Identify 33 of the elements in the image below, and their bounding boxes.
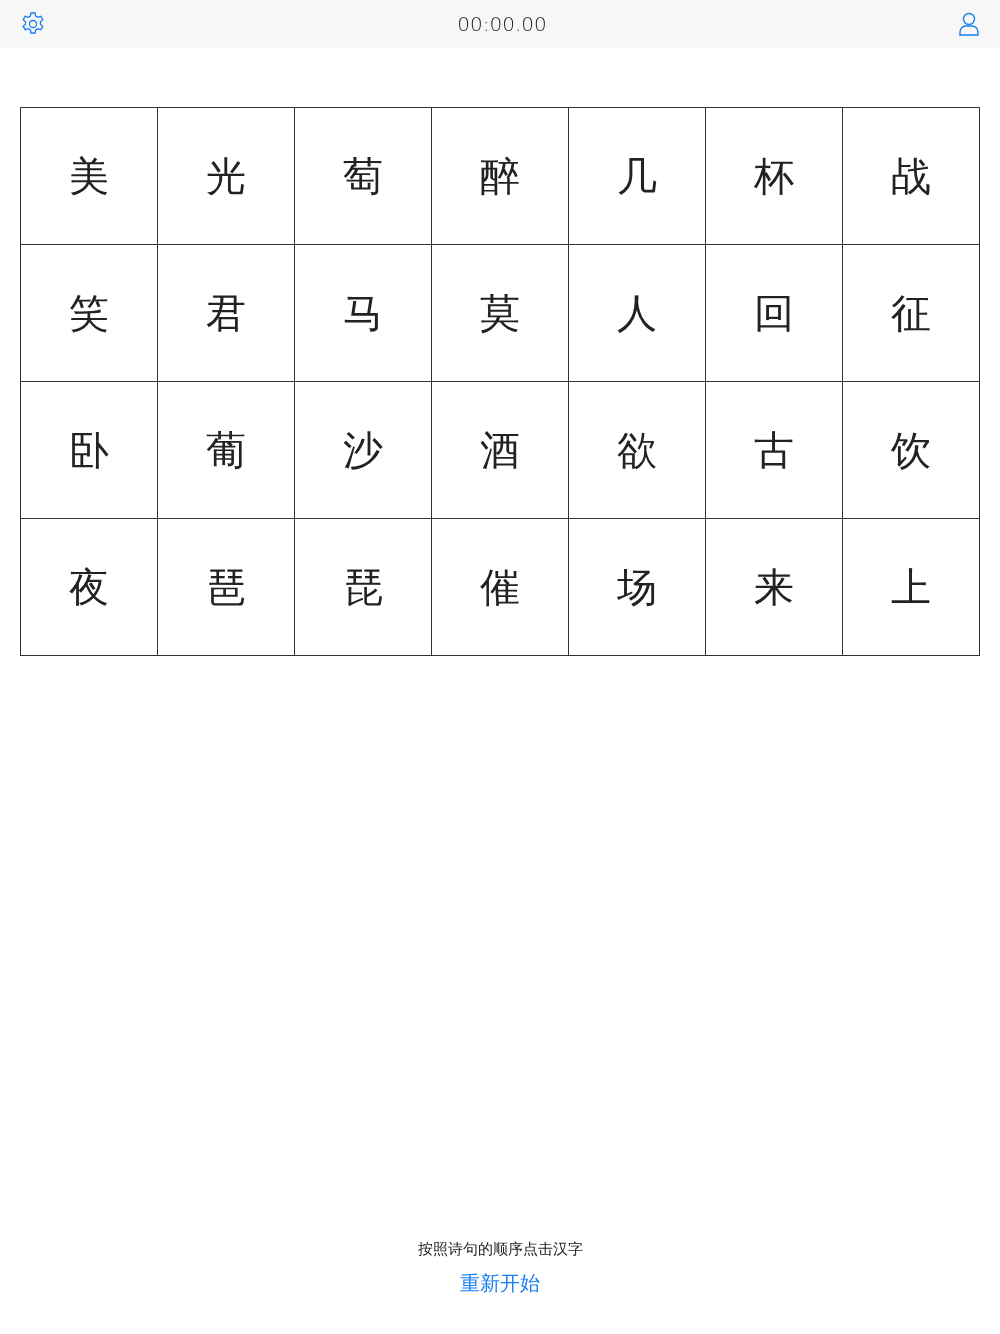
character-tile[interactable]: 琵: [295, 519, 432, 656]
character-tile[interactable]: 欲: [569, 382, 706, 519]
character-tile[interactable]: 萄: [295, 108, 432, 245]
timer-text: 00:00.00: [457, 11, 547, 38]
character-tile[interactable]: 沙: [295, 382, 432, 519]
character-tile[interactable]: 征: [843, 245, 980, 382]
character-tile[interactable]: 战: [843, 108, 980, 245]
character-tile[interactable]: 上: [843, 519, 980, 656]
restart-button[interactable]: 重新开始: [460, 1268, 540, 1298]
instruction-text: 按照诗句的顺序点击汉字: [417, 1238, 583, 1260]
user-icon[interactable]: [958, 12, 980, 36]
character-tile[interactable]: 场: [569, 519, 706, 656]
character-tile[interactable]: 酒: [432, 382, 569, 519]
character-tile[interactable]: 美: [21, 108, 158, 245]
character-tile[interactable]: 来: [706, 519, 843, 656]
character-tile[interactable]: 醉: [432, 108, 569, 245]
character-tile[interactable]: 催: [432, 519, 569, 656]
character-tile[interactable]: 君: [158, 245, 295, 382]
character-tile[interactable]: 琶: [158, 519, 295, 656]
character-tile[interactable]: 饮: [843, 382, 980, 519]
character-tile[interactable]: 光: [158, 108, 295, 245]
character-tile[interactable]: 葡: [158, 382, 295, 519]
settings-icon[interactable]: [20, 11, 46, 37]
character-tile[interactable]: 马: [295, 245, 432, 382]
character-tile[interactable]: 古: [706, 382, 843, 519]
character-tile[interactable]: 几: [569, 108, 706, 245]
character-tile[interactable]: 卧: [21, 382, 158, 519]
character-tile[interactable]: 杯: [706, 108, 843, 245]
character-tile[interactable]: 莫: [432, 245, 569, 382]
character-tile[interactable]: 夜: [21, 519, 158, 656]
character-tile[interactable]: 回: [706, 245, 843, 382]
character-tile[interactable]: 人: [569, 245, 706, 382]
character-tile[interactable]: 笑: [21, 245, 158, 382]
